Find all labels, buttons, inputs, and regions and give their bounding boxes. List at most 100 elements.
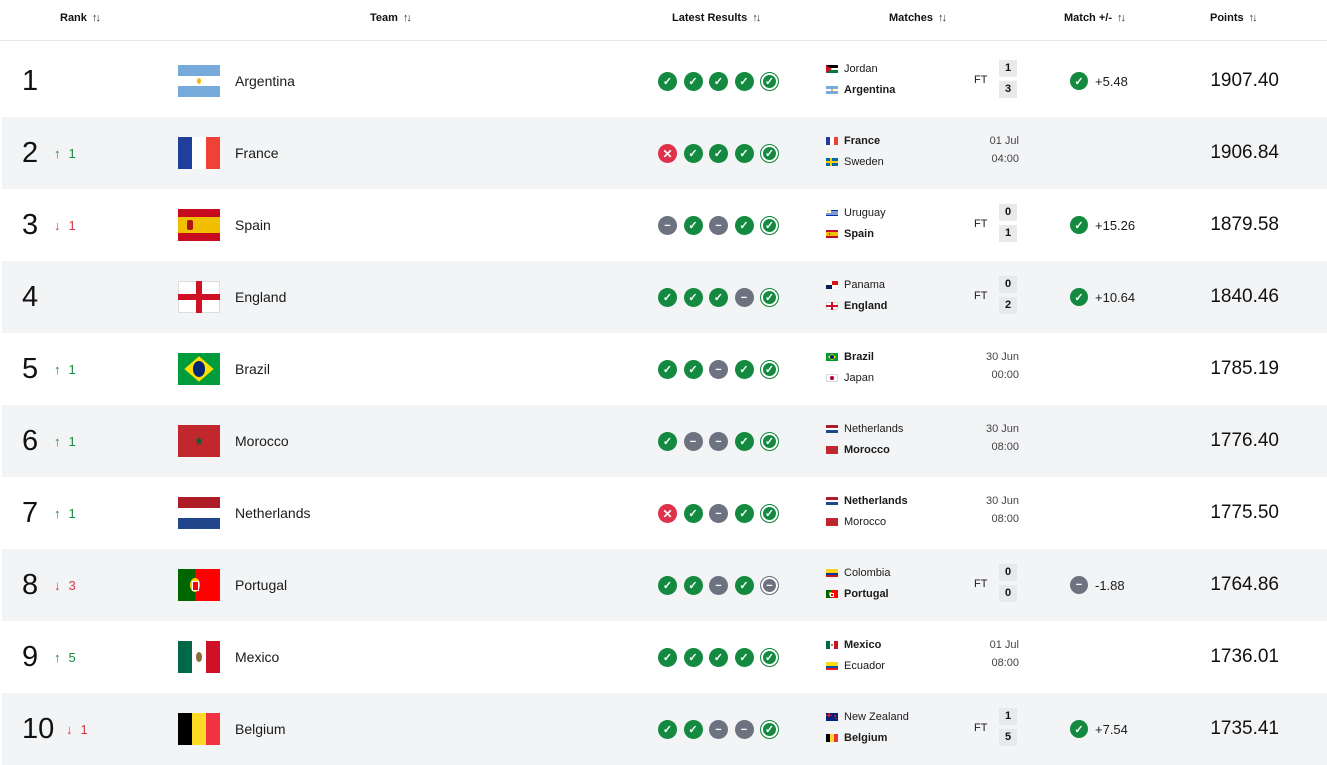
match-away-team[interactable]: Morocco: [826, 516, 886, 528]
latest-results: ✓ ✓ ✓ ✓ ✓: [658, 72, 786, 91]
team-name[interactable]: Argentina: [235, 45, 295, 117]
team-name[interactable]: Mexico: [235, 621, 279, 693]
table-row[interactable]: 9 ↑ 5 Mexico ✓ ✓ ✓ ✓ ✓ Mexico Ecuador 01 Jul 08:00 17…: [2, 621, 1327, 693]
match-away-team[interactable]: England: [826, 300, 887, 312]
table-row[interactable]: 7 ↑ 1 Netherlands ✕ ✓ − ✓ ✓ Netherlands Morocco 30 …: [2, 477, 1327, 549]
table-row[interactable]: 4 England ✓ ✓ ✓ − ✓ Panama England FT 0 2 ✓ +10.64 184…: [2, 261, 1327, 333]
sort-icon: ↑↓: [91, 12, 101, 24]
win-icon[interactable]: ✓: [683, 144, 703, 163]
draw-icon[interactable]: −: [760, 576, 779, 595]
match-away-team[interactable]: Belgium: [826, 732, 887, 744]
match-away-team[interactable]: Portugal: [826, 588, 889, 600]
team-name[interactable]: England: [235, 261, 286, 333]
draw-icon[interactable]: −: [734, 720, 754, 739]
match-home-team[interactable]: Jordan: [826, 63, 878, 75]
draw-icon[interactable]: −: [734, 288, 754, 307]
sort-match-pm-header[interactable]: Match +/- ↑↓: [1064, 12, 1126, 24]
sort-team-header[interactable]: Team ↑↓: [370, 12, 412, 24]
win-icon[interactable]: ✓: [658, 576, 677, 595]
win-icon[interactable]: ✓: [658, 648, 677, 667]
win-icon[interactable]: ✓: [658, 360, 677, 379]
win-icon[interactable]: ✓: [760, 144, 779, 163]
team-name[interactable]: Netherlands: [235, 477, 311, 549]
team-name[interactable]: Brazil: [235, 333, 270, 405]
win-icon[interactable]: ✓: [760, 288, 779, 307]
win-icon[interactable]: ✓: [709, 648, 728, 667]
table-row[interactable]: 2 ↑ 1 France ✕ ✓ ✓ ✓ ✓ France Sweden 01 Jul 04:00 190…: [2, 117, 1327, 189]
win-icon[interactable]: ✓: [683, 504, 703, 523]
win-icon[interactable]: ✓: [734, 648, 754, 667]
match-away-team[interactable]: Sweden: [826, 156, 884, 168]
match-away-team[interactable]: Ecuador: [826, 660, 885, 672]
match-home-team[interactable]: Brazil: [826, 351, 874, 363]
match-home-team[interactable]: Panama: [826, 279, 885, 291]
win-icon[interactable]: ✓: [709, 72, 728, 91]
team-name[interactable]: Portugal: [235, 549, 287, 621]
win-icon[interactable]: ✓: [734, 576, 754, 595]
match-home-team[interactable]: Mexico: [826, 639, 881, 651]
sort-matches-header[interactable]: Matches ↑↓: [889, 12, 947, 24]
table-row[interactable]: 1 Argentina ✓ ✓ ✓ ✓ ✓ Jordan Argentina FT 1 3 ✓ +5.48…: [2, 45, 1327, 117]
win-icon[interactable]: ✓: [683, 72, 703, 91]
win-icon[interactable]: ✓: [760, 72, 779, 91]
win-icon[interactable]: ✓: [760, 432, 779, 451]
match-away-team[interactable]: Japan: [826, 372, 874, 384]
win-icon[interactable]: ✓: [709, 144, 728, 163]
match-away-team[interactable]: Morocco: [826, 444, 890, 456]
delta-value: -1.88: [1095, 577, 1125, 593]
win-icon[interactable]: ✓: [683, 288, 703, 307]
draw-icon[interactable]: −: [683, 432, 703, 451]
win-icon[interactable]: ✓: [734, 72, 754, 91]
match-home-team[interactable]: Colombia: [826, 567, 890, 579]
win-icon[interactable]: ✓: [760, 360, 779, 379]
team-name[interactable]: Belgium: [235, 693, 286, 765]
win-icon[interactable]: ✓: [734, 432, 754, 451]
match-home-team[interactable]: Netherlands: [826, 495, 908, 507]
win-icon[interactable]: ✓: [760, 720, 779, 739]
draw-icon[interactable]: −: [658, 216, 677, 235]
team-name[interactable]: Spain: [235, 189, 271, 261]
win-icon[interactable]: ✓: [734, 144, 754, 163]
match-away-team[interactable]: Spain: [826, 228, 874, 240]
team-name[interactable]: France: [235, 117, 279, 189]
draw-icon[interactable]: −: [709, 720, 728, 739]
team-name[interactable]: Morocco: [235, 405, 289, 477]
win-icon[interactable]: ✓: [658, 72, 677, 91]
delta-value: +5.48: [1095, 73, 1128, 89]
sort-rank-header[interactable]: Rank ↑↓: [60, 12, 101, 24]
loss-icon[interactable]: ✕: [658, 144, 677, 163]
match-home-team[interactable]: Netherlands: [826, 423, 903, 435]
win-icon[interactable]: ✓: [683, 216, 703, 235]
win-icon[interactable]: ✓: [683, 720, 703, 739]
win-icon[interactable]: ✓: [760, 648, 779, 667]
win-icon[interactable]: ✓: [734, 216, 754, 235]
draw-icon[interactable]: −: [709, 360, 728, 379]
match-home-team[interactable]: France: [826, 135, 880, 147]
match-home-team[interactable]: New Zealand: [826, 711, 909, 723]
match-home-team[interactable]: Uruguay: [826, 207, 886, 219]
win-icon[interactable]: ✓: [760, 216, 779, 235]
draw-icon[interactable]: −: [709, 504, 728, 523]
draw-icon[interactable]: −: [709, 576, 728, 595]
win-icon[interactable]: ✓: [760, 504, 779, 523]
match-away-team[interactable]: Argentina: [826, 84, 895, 96]
win-icon[interactable]: ✓: [658, 720, 677, 739]
win-icon[interactable]: ✓: [734, 360, 754, 379]
sort-results-header[interactable]: Latest Results ↑↓: [672, 12, 761, 24]
draw-icon[interactable]: −: [709, 432, 728, 451]
draw-icon[interactable]: −: [709, 216, 728, 235]
table-row[interactable]: 10 ↓ 1 Belgium ✓ ✓ − − ✓ New Zealand Belgium FT 1 5 ✓ +…: [2, 693, 1327, 765]
table-row[interactable]: 6 ↑ 1 Morocco ✓ − − ✓ ✓ Netherlands Morocco 30 Jun 0…: [2, 405, 1327, 477]
win-icon[interactable]: ✓: [658, 432, 677, 451]
sort-points-header[interactable]: Points ↑↓: [1210, 12, 1258, 24]
table-row[interactable]: 3 ↓ 1 Spain − ✓ − ✓ ✓ Uruguay Spain FT 0 1 ✓ +15.26 1879…: [2, 189, 1327, 261]
win-icon[interactable]: ✓: [683, 360, 703, 379]
table-row[interactable]: 8 ↓ 3 Portugal ✓ ✓ − ✓ − Colombia Portugal FT 0 0− -1.…: [2, 549, 1327, 621]
table-row[interactable]: 5 ↑ 1 Brazil ✓ ✓ − ✓ ✓ Brazil Japan 30 Jun 00:00 1785…: [2, 333, 1327, 405]
win-icon[interactable]: ✓: [709, 288, 728, 307]
loss-icon[interactable]: ✕: [658, 504, 677, 523]
win-icon[interactable]: ✓: [683, 576, 703, 595]
win-icon[interactable]: ✓: [683, 648, 703, 667]
win-icon[interactable]: ✓: [734, 504, 754, 523]
win-icon[interactable]: ✓: [658, 288, 677, 307]
